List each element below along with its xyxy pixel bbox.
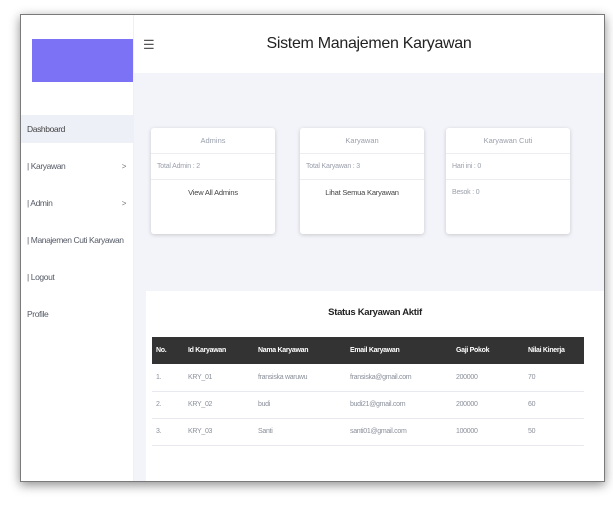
sidebar-item-label: Dashboard (27, 124, 65, 134)
total-karyawan-value: Total Karyawan : 3 (300, 154, 424, 180)
table-cell: KRY_03 (184, 418, 254, 446)
sidebar-item-label: | Manajemen Cuti Karyawan (27, 235, 124, 245)
table-cell: Santi (254, 418, 346, 446)
table-cell: 50 (524, 418, 584, 446)
cuti-besok-value: Besok : 0 (452, 189, 480, 196)
card-title: Karyawan Cuti (446, 128, 570, 154)
column-header: Gaji Pokok (452, 337, 524, 364)
table-cell: 200000 (452, 364, 524, 392)
table-cell: 100000 (452, 418, 524, 446)
sidebar-item-admin[interactable]: | Admin > (21, 189, 134, 217)
card-karyawan: Karyawan Total Karyawan : 3 Lihat Semua … (300, 128, 424, 234)
column-header: Email Karyawan (346, 337, 452, 364)
table-row: 1. KRY_01 fransiska waruwu fransiska@gma… (152, 364, 584, 392)
status-table: No. Id Karyawan Nama Karyawan Email Kary… (152, 337, 584, 446)
card-title: Admins (151, 128, 275, 154)
total-admin-value: Total Admin : 2 (151, 154, 275, 180)
topbar: ☰ Sistem Manajemen Karyawan (134, 15, 604, 73)
status-panel: Status Karyawan Aktif No. Id Karyawan Na… (146, 291, 604, 481)
table-cell: KRY_01 (184, 364, 254, 392)
table-cell: budi21@gmail.com (346, 391, 452, 419)
sidebar-item-logout[interactable]: | Logout (21, 263, 134, 291)
browser-frame: Dashboard | Karyawan > | Admin > | Manaj… (20, 14, 605, 482)
table-cell: fransiska@gmail.com (346, 364, 452, 392)
table-row: 3. KRY_03 Santi santi01@gmail.com 100000… (152, 418, 584, 446)
sidebar-item-label: Profile (27, 309, 49, 319)
sidebar-nav: Dashboard | Karyawan > | Admin > | Manaj… (21, 115, 134, 337)
chevron-right-icon: > (121, 198, 127, 208)
table-cell: budi (254, 391, 346, 419)
lihat-semua-karyawan-link[interactable]: Lihat Semua Karyawan (300, 180, 424, 206)
sidebar-item-dashboard[interactable]: Dashboard (21, 115, 134, 143)
table-cell: 3. (152, 418, 184, 446)
column-header: Nama Karyawan (254, 337, 346, 364)
column-header: Id Karyawan (184, 337, 254, 364)
card-admins: Admins Total Admin : 2 View All Admins (151, 128, 275, 234)
column-header: No. (152, 337, 184, 364)
status-title: Status Karyawan Aktif (328, 307, 422, 318)
table-cell: 2. (152, 391, 184, 419)
sidebar-item-karyawan[interactable]: | Karyawan > (21, 152, 134, 180)
table-cell: 60 (524, 391, 584, 419)
cuti-hari-ini-value: Hari ini : 0 (446, 154, 570, 180)
logo (32, 39, 133, 82)
card-karyawan-cuti: Karyawan Cuti Hari ini : 0 Besok : 0 (446, 128, 570, 234)
table-row: 2. KRY_02 budi budi21@gmail.com 200000 6… (152, 391, 584, 419)
table-cell: 200000 (452, 391, 524, 419)
table-cell: KRY_02 (184, 391, 254, 419)
table-cell: santi01@gmail.com (346, 418, 452, 446)
sidebar-item-label: | Karyawan (27, 161, 66, 171)
card-title: Karyawan (300, 128, 424, 154)
table-cell: 1. (152, 364, 184, 392)
view-all-admins-link[interactable]: View All Admins (151, 180, 275, 206)
table-cell: 70 (524, 364, 584, 392)
chevron-right-icon: > (121, 161, 127, 171)
main-content: Admins Total Admin : 2 View All Admins K… (134, 73, 604, 481)
page-title: Sistem Manajemen Karyawan (266, 35, 472, 52)
table-header-row: No. Id Karyawan Nama Karyawan Email Kary… (152, 337, 584, 364)
column-header: Nilai Kinerja (524, 337, 584, 364)
sidebar: Dashboard | Karyawan > | Admin > | Manaj… (21, 15, 134, 481)
sidebar-item-label: | Logout (27, 272, 55, 282)
sidebar-item-label: | Admin (27, 198, 53, 208)
sidebar-item-profile[interactable]: Profile (21, 300, 134, 328)
sidebar-item-manajemen-cuti[interactable]: | Manajemen Cuti Karyawan (21, 226, 134, 254)
table-cell: fransiska waruwu (254, 364, 346, 392)
